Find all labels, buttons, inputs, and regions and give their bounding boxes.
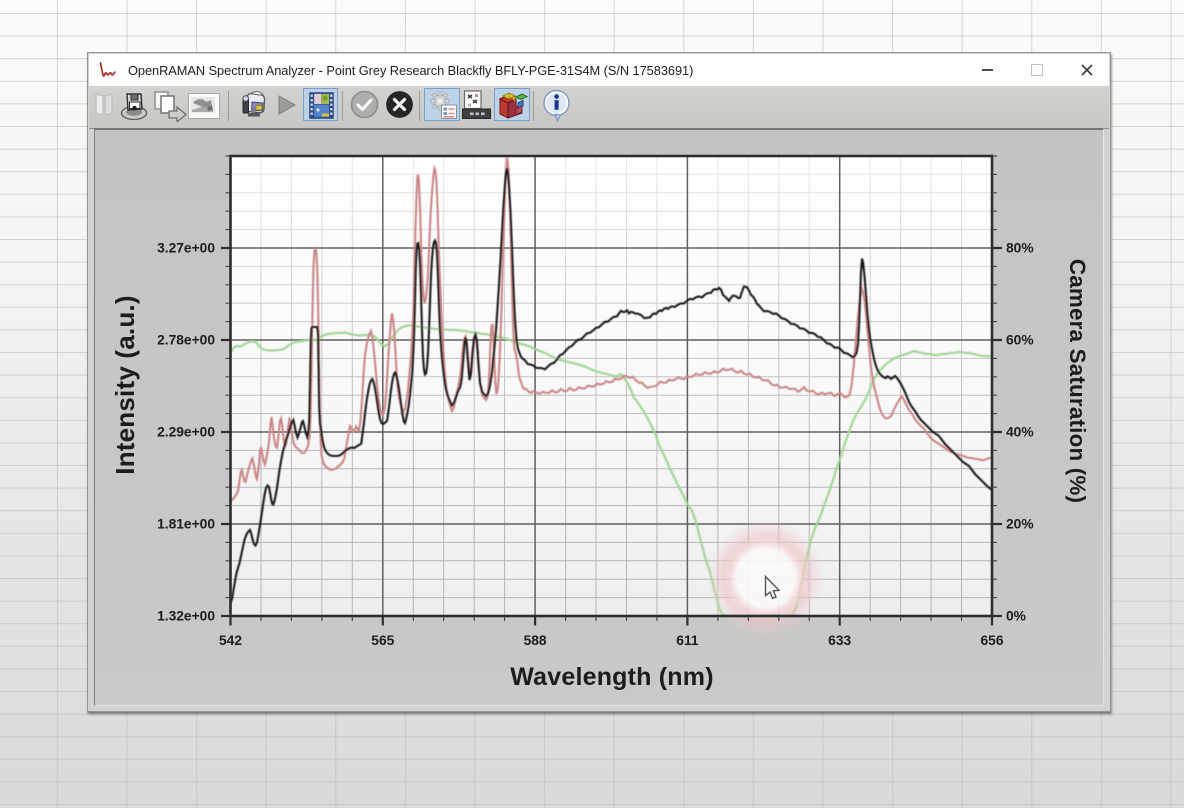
svg-text:565: 565 (371, 633, 394, 648)
svg-text:633: 633 (828, 633, 851, 648)
svg-text:Intensity (a.u.): Intensity (a.u.) (110, 295, 140, 474)
svg-text:1.32e+00: 1.32e+00 (157, 609, 215, 624)
svg-text:611: 611 (676, 633, 699, 648)
svg-text:588: 588 (524, 633, 547, 648)
svg-text:20%: 20% (1006, 517, 1034, 532)
svg-text:80%: 80% (1006, 241, 1034, 256)
svg-text:0%: 0% (1006, 609, 1026, 624)
svg-text:542: 542 (219, 633, 242, 648)
svg-text:Wavelength (nm): Wavelength (nm) (510, 663, 713, 691)
svg-text:3.27e+00: 3.27e+00 (157, 241, 215, 256)
svg-text:2.29e+00: 2.29e+00 (157, 425, 215, 440)
svg-text:60%: 60% (1006, 333, 1034, 348)
svg-text:1.81e+00: 1.81e+00 (157, 517, 215, 532)
svg-text:Camera Saturation (%): Camera Saturation (%) (1065, 259, 1090, 503)
svg-text:40%: 40% (1006, 425, 1034, 440)
svg-text:656: 656 (980, 633, 1003, 648)
svg-text:2.78e+00: 2.78e+00 (157, 333, 215, 348)
